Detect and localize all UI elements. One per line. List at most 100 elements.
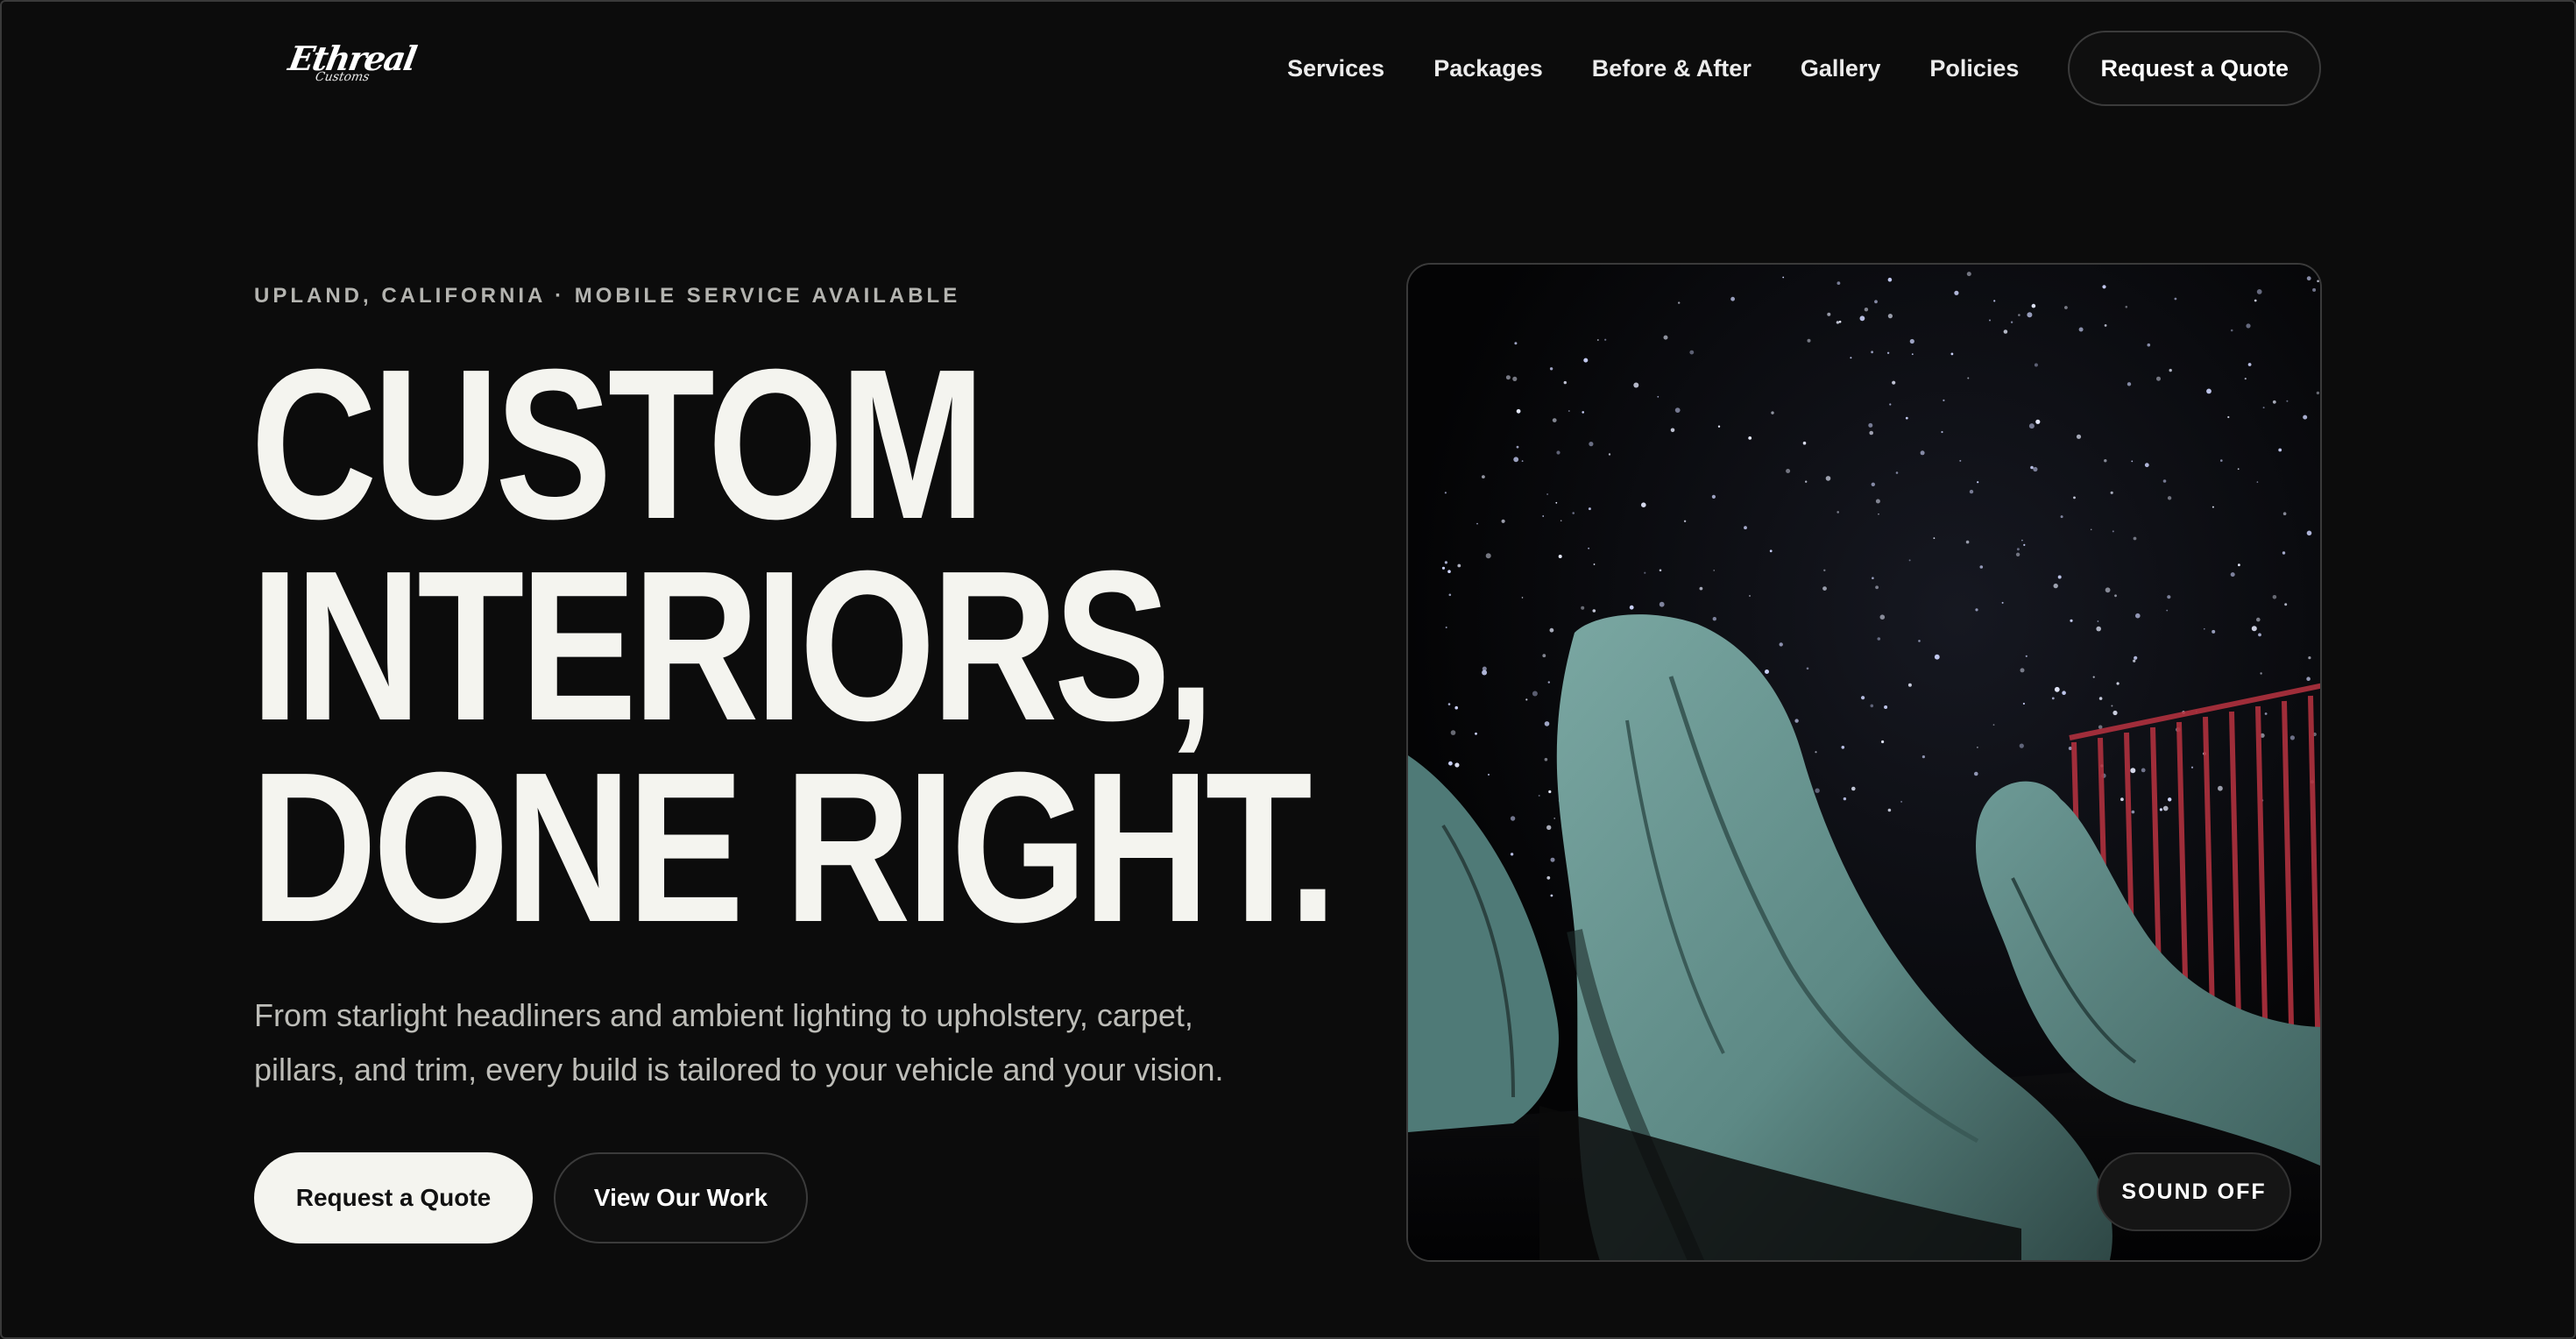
star-point [2144,463,2149,468]
nav-link-policies[interactable]: Policies [1929,55,2019,82]
star-point [1969,489,1974,494]
star-point [1513,457,1519,463]
star-point [1544,721,1550,726]
nav-link-packages[interactable]: Packages [1433,55,1543,82]
star-point [1887,808,1892,812]
star-point [2097,620,2099,622]
star-point [2303,414,2308,420]
main-nav: Services Packages Before & After Gallery… [1287,30,2321,107]
star-point [2035,419,2041,424]
view-our-work-button[interactable]: View Our Work [554,1152,808,1243]
logo-subtext: Customs [314,70,371,84]
star-point [2204,627,2205,630]
star-point [2230,329,2233,332]
hero-video[interactable]: SOUND OFF [1406,263,2322,1262]
star-point [1875,499,1880,504]
star-point [1444,492,1447,494]
star-point [1475,732,1477,735]
star-point [1871,351,1873,354]
star-point [1445,627,1447,628]
star-point [1444,561,1447,564]
star-point [1836,281,1841,285]
star-point [1877,637,1881,641]
star-point [1547,681,1550,684]
star-point [1815,751,1817,754]
star-point [1608,453,1611,456]
star-point [1678,301,1681,304]
star-point [1604,338,1607,341]
star-point [2306,530,2312,536]
star-point [1836,321,1840,324]
star-point [1989,319,1991,322]
star-point [2096,626,2101,632]
star-point [2098,697,2103,700]
star-point [1815,788,1820,793]
star-point [1892,380,1896,385]
star-point [2111,705,2113,707]
star-point [1889,403,1892,406]
star-point [2018,314,2020,316]
star-point [1934,654,1940,660]
star-point [2033,466,2038,472]
star-point [2104,459,2107,463]
star-point [2162,479,2167,483]
star-point [2023,543,2026,546]
nav-link-before-after[interactable]: Before & After [1592,55,1752,82]
star-point [2073,496,2076,499]
star-point [1979,565,1984,569]
star-point [1869,430,1873,436]
star-point [1457,563,1461,568]
star-point [1954,290,1959,295]
sound-toggle-button[interactable]: SOUND OFF [2097,1152,2291,1231]
star-point [1592,609,1596,613]
star-point [1510,853,1514,856]
star-point [1765,670,1769,674]
star-point [2141,768,2146,773]
star-point [2166,609,2169,612]
star-point [1482,475,1485,478]
star-point [1588,547,1589,549]
star-point [2025,655,2028,657]
star-point [1641,502,1646,507]
star-point [2306,276,2311,281]
star-point [2284,603,2288,606]
nav-request-quote-button[interactable]: Request a Quote [2068,31,2321,106]
star-point [1966,272,1971,277]
star-point [2076,434,2082,439]
star-point [2016,548,2020,551]
star-point [1907,683,1912,687]
star-point [1875,585,1879,590]
star-point [1448,593,1452,597]
star-point [1794,719,1799,723]
star-point [2102,285,2106,289]
star-point [1572,512,1575,514]
star-point [1674,407,1681,413]
star-point [1583,358,1589,363]
star-point [1670,428,1675,433]
star-point [1771,411,1774,414]
star-point [2051,697,2055,700]
star-point [1514,342,1518,345]
star-point [1950,352,1954,356]
location-eyebrow: UPLAND, CALIFORNIA · MOBILE SERVICE AVAI… [254,284,961,308]
star-point [1802,441,1807,445]
star-point [1864,308,1869,312]
star-point [1886,351,1890,354]
star-point [2308,656,2311,660]
star-point [1965,540,1970,544]
star-point [1546,825,1552,830]
star-point [1556,450,1560,455]
logo[interactable]: Ethreal Customs [286,39,418,88]
request-quote-button[interactable]: Request a Quote [254,1152,533,1243]
star-point [1895,471,1899,474]
star-point [1659,569,1662,572]
star-point [2212,629,2216,634]
nav-link-services[interactable]: Services [1287,55,1384,82]
star-point [1851,786,1856,791]
star-point [1868,422,1873,428]
star-point [2220,459,2223,462]
star-point [2244,378,2247,380]
star-point [1807,338,1811,343]
star-point [2054,686,2060,692]
nav-link-gallery[interactable]: Gallery [1801,55,1881,82]
